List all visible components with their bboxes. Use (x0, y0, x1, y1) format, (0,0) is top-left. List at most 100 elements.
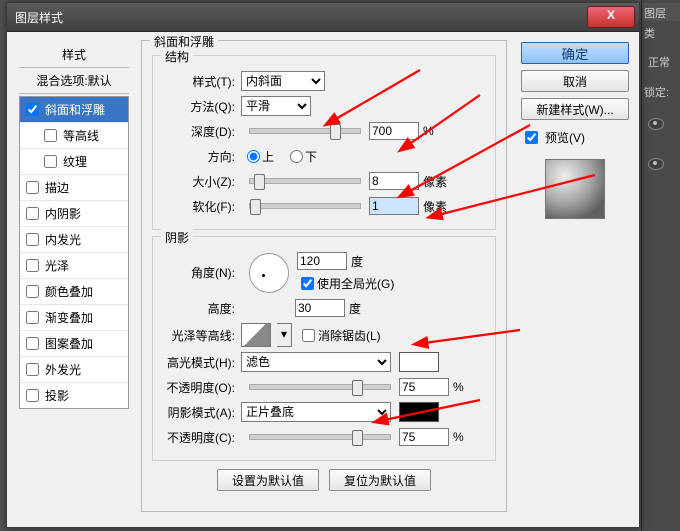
new-style-button[interactable]: 新建样式(W)... (521, 98, 629, 120)
global-light-checkbox[interactable] (301, 277, 314, 290)
effect-item-4[interactable]: 内阴影 (20, 201, 128, 227)
effect-checkbox[interactable] (26, 337, 39, 350)
effect-checkbox[interactable] (26, 103, 39, 116)
antialias-label: 消除锯齿(L) (318, 327, 381, 344)
effect-checkbox[interactable] (26, 389, 39, 402)
angle-input[interactable] (297, 252, 347, 270)
effect-checkbox[interactable] (26, 363, 39, 376)
angle-label: 角度(N): (163, 264, 241, 281)
effect-item-3[interactable]: 描边 (20, 175, 128, 201)
effect-label: 纹理 (63, 153, 87, 170)
soften-slider[interactable] (249, 203, 361, 209)
set-default-button[interactable]: 设置为默认值 (217, 469, 319, 491)
eye-icon (648, 118, 664, 130)
effect-checkbox[interactable] (26, 233, 39, 246)
angle-dial[interactable] (249, 253, 289, 293)
tab-kind[interactable]: 类 (642, 23, 657, 43)
effect-item-6[interactable]: 光泽 (20, 253, 128, 279)
direction-label: 方向: (163, 148, 241, 165)
preview-checkbox-row[interactable]: 预览(V) (521, 128, 629, 147)
shading-subgroup: 阴影 角度(N): 度 使用全局光(G) (152, 236, 496, 461)
effect-item-2[interactable]: 纹理 (20, 149, 128, 175)
effect-item-9[interactable]: 图案叠加 (20, 331, 128, 357)
layer-vis-2[interactable] (648, 158, 678, 172)
style-label: 样式(T): (163, 73, 241, 90)
highlight-mode-select[interactable]: 滤色 (241, 352, 391, 372)
blend-options-item[interactable]: 混合选项:默认 (19, 68, 129, 94)
effect-checkbox[interactable] (26, 311, 39, 324)
depth-input[interactable] (369, 122, 419, 140)
size-input[interactable] (369, 172, 419, 190)
effect-settings: 斜面和浮雕 结构 样式(T): 内斜面 方法(Q): 平滑 (139, 38, 509, 512)
altitude-input[interactable] (295, 299, 345, 317)
lock-label: 锁定: (644, 84, 669, 100)
cancel-button[interactable]: 取消 (521, 70, 629, 92)
ps-panel-strip (641, 0, 680, 531)
effects-list: 斜面和浮雕等高线纹理描边内阴影内发光光泽颜色叠加渐变叠加图案叠加外发光投影 (19, 96, 129, 409)
tab-layers[interactable]: 图层 (642, 3, 668, 23)
angle-unit: 度 (351, 253, 363, 270)
effect-item-10[interactable]: 外发光 (20, 357, 128, 383)
shadow-opacity-slider[interactable] (249, 434, 391, 440)
direction-down-radio[interactable] (290, 150, 303, 163)
effect-item-8[interactable]: 渐变叠加 (20, 305, 128, 331)
effect-label: 外发光 (45, 361, 81, 378)
effect-item-5[interactable]: 内发光 (20, 227, 128, 253)
effect-label: 等高线 (63, 127, 99, 144)
size-label: 大小(Z): (163, 173, 241, 190)
shadow-color-swatch[interactable] (399, 402, 439, 422)
effect-checkbox[interactable] (26, 207, 39, 220)
gloss-contour-dropdown[interactable]: ▾ (277, 323, 292, 347)
preview-label: 预览(V) (545, 129, 585, 146)
blend-mode-readout: 正常 (648, 54, 678, 68)
effect-checkbox[interactable] (26, 259, 39, 272)
technique-label: 方法(Q): (163, 98, 241, 115)
effect-checkbox[interactable] (44, 129, 57, 142)
effect-item-11[interactable]: 投影 (20, 383, 128, 408)
structure-legend: 结构 (161, 48, 193, 65)
dialog-body: 样式 混合选项:默认 斜面和浮雕等高线纹理描边内阴影内发光光泽颜色叠加渐变叠加图… (7, 32, 639, 531)
ok-button[interactable]: 确定 (521, 42, 629, 64)
soften-unit: 像素 (423, 198, 447, 215)
depth-unit: % (423, 124, 434, 138)
reset-default-button[interactable]: 复位为默认值 (329, 469, 431, 491)
shading-legend: 阴影 (161, 229, 193, 246)
shadow-opacity-input[interactable] (399, 428, 449, 446)
effect-label: 描边 (45, 179, 69, 196)
effect-checkbox[interactable] (26, 285, 39, 298)
depth-label: 深度(D): (163, 123, 241, 140)
gloss-contour-label: 光泽等高线: (163, 327, 241, 344)
effect-label: 内发光 (45, 231, 81, 248)
highlight-color-swatch[interactable] (399, 352, 439, 372)
direction-down-label: 下 (305, 148, 317, 165)
depth-slider[interactable] (249, 128, 361, 134)
layer-style-dialog: 图层样式 X 样式 混合选项:默认 斜面和浮雕等高线纹理描边内阴影内发光光泽颜色… (6, 2, 640, 528)
soften-input[interactable] (369, 197, 419, 215)
style-select[interactable]: 内斜面 (241, 71, 325, 91)
eye-icon (648, 158, 664, 170)
layer-vis-1[interactable] (648, 118, 678, 132)
effect-item-1[interactable]: 等高线 (20, 123, 128, 149)
effect-label: 颜色叠加 (45, 283, 93, 300)
technique-select[interactable]: 平滑 (241, 96, 311, 116)
altitude-label: 高度: (163, 300, 241, 317)
structure-subgroup: 结构 样式(T): 内斜面 方法(Q): 平滑 深度(D (152, 55, 496, 230)
antialias-checkbox[interactable] (302, 329, 315, 342)
size-slider[interactable] (249, 178, 361, 184)
screenshot-stage: { "pspanel": {"tab1":"图层","tab2":"类","mo… (0, 0, 680, 531)
effect-checkbox[interactable] (26, 181, 39, 194)
preview-checkbox[interactable] (525, 131, 538, 144)
dialog-title: 图层样式 (15, 9, 63, 26)
highlight-opacity-slider[interactable] (249, 384, 391, 390)
close-button[interactable]: X (587, 6, 635, 28)
effect-item-0[interactable]: 斜面和浮雕 (20, 97, 128, 123)
soften-label: 软化(F): (163, 198, 241, 215)
gloss-contour-swatch[interactable] (241, 323, 271, 347)
effect-label: 渐变叠加 (45, 309, 93, 326)
effect-checkbox[interactable] (44, 155, 57, 168)
direction-up-radio[interactable] (247, 150, 260, 163)
styles-header[interactable]: 样式 (19, 42, 129, 68)
highlight-opacity-input[interactable] (399, 378, 449, 396)
shadow-mode-select[interactable]: 正片叠底 (241, 402, 391, 422)
effect-item-7[interactable]: 颜色叠加 (20, 279, 128, 305)
